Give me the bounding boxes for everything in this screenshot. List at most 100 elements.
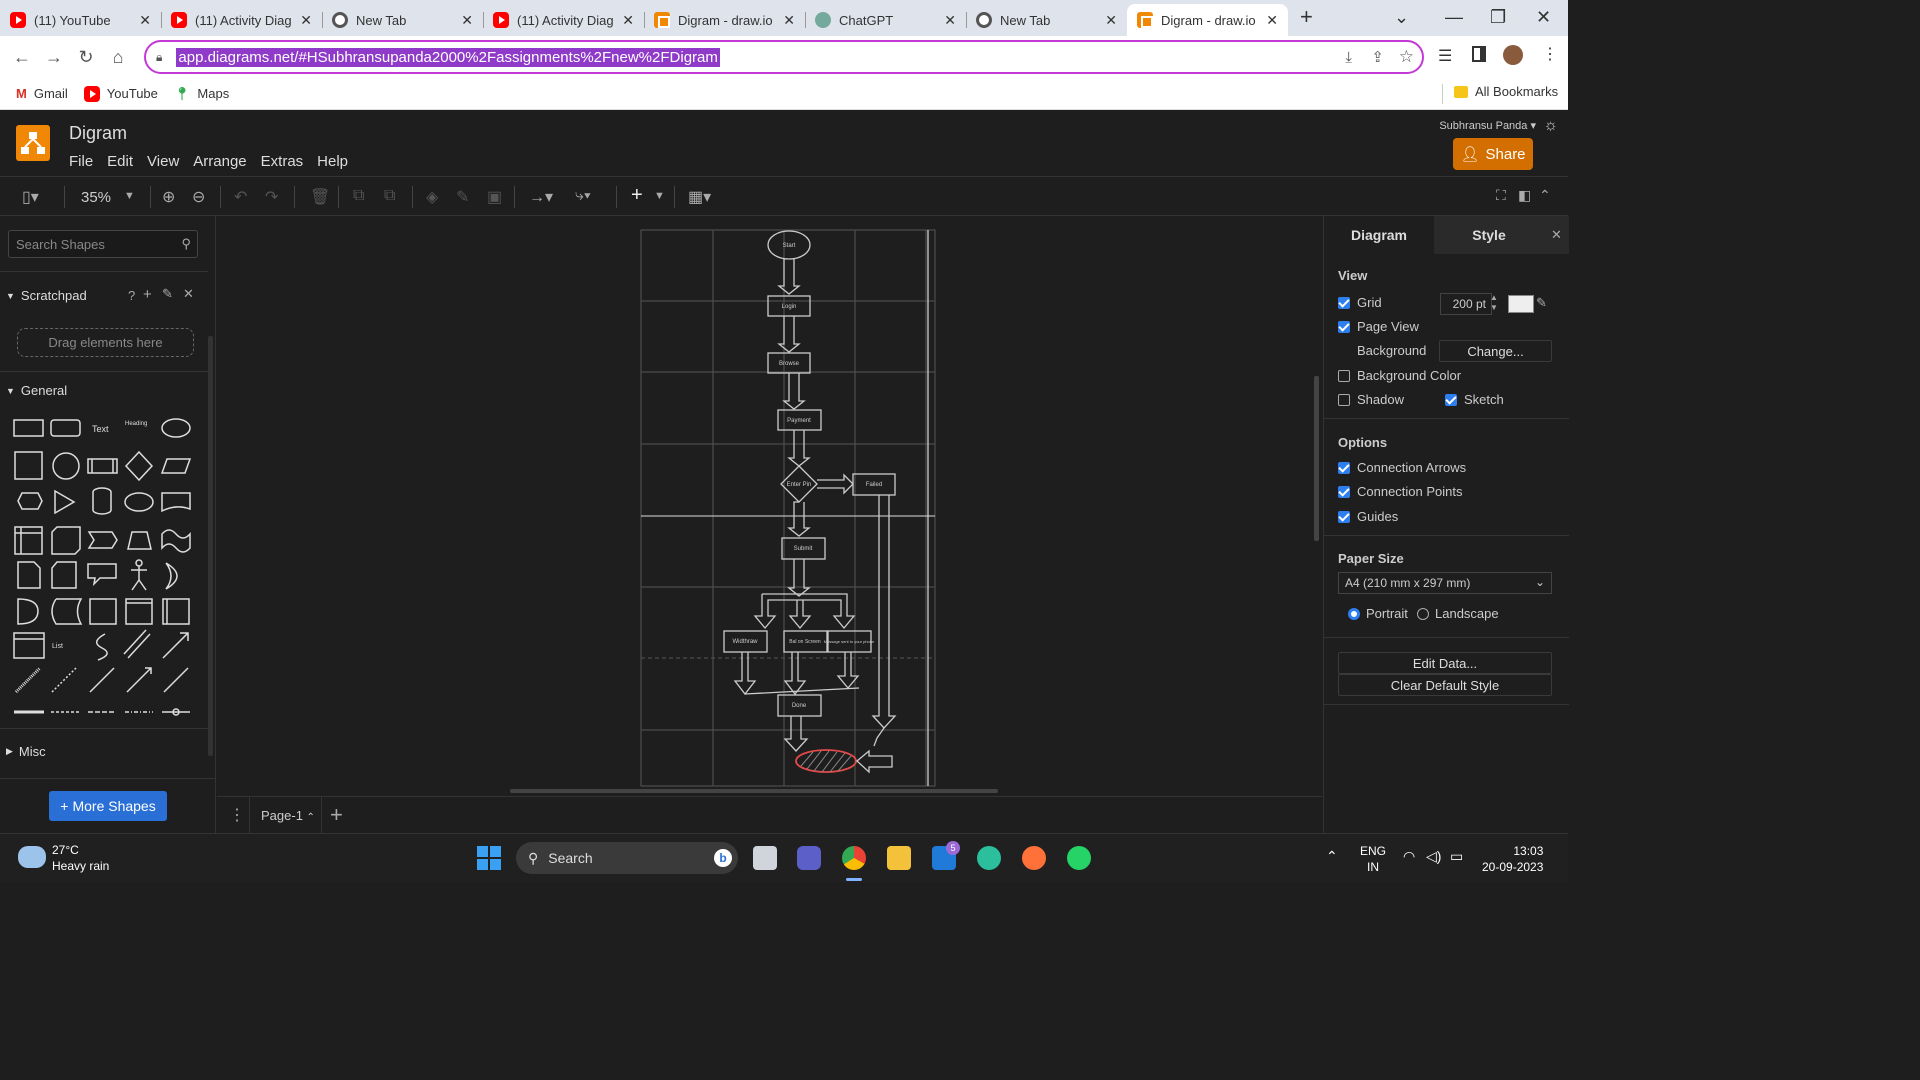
menu-edit[interactable]: Edit <box>107 153 133 170</box>
flow-arrow[interactable] <box>777 259 801 295</box>
fullscreen-icon[interactable]: ⛶ <box>1496 187 1506 204</box>
menu-view[interactable]: View <box>147 153 179 170</box>
user-menu[interactable]: Subhransu Panda ▾ <box>1439 119 1536 132</box>
tab-diagram[interactable]: Diagram <box>1324 216 1434 254</box>
to-back-icon[interactable]: ⧉ <box>384 187 395 205</box>
tab-search-icon[interactable]: ⌄ <box>1394 0 1409 34</box>
reload-icon[interactable]: ↻ <box>70 47 102 68</box>
close-tab-icon[interactable]: ✕ <box>1105 12 1117 29</box>
undo-icon[interactable]: ↶ <box>234 187 247 207</box>
zoom-out-icon[interactable]: ⊖ <box>192 187 205 207</box>
flow-arrow[interactable] <box>817 473 854 495</box>
delete-icon[interactable]: 🗑︎ <box>310 187 330 207</box>
add-page-icon[interactable]: + <box>330 802 343 828</box>
flow-arrow[interactable] <box>787 430 811 467</box>
diagram-svg[interactable]: Start Login Browse Payment Enter Pin Fai… <box>217 216 1322 796</box>
bookmark-star-icon[interactable]: ☆ <box>1399 47 1414 67</box>
zoom-dropdown-icon[interactable]: ▼ <box>124 190 135 202</box>
menu-help[interactable]: Help <box>317 153 348 170</box>
shadow-icon[interactable]: ▣ <box>487 187 502 207</box>
address-bar[interactable]: 🔒︎ app.diagrams.net/#HSubhransupanda2000… <box>144 40 1424 74</box>
fill-color-icon[interactable]: ◈ <box>426 187 438 207</box>
diagram-canvas[interactable]: Start Login Browse Payment Enter Pin Fai… <box>217 216 1322 796</box>
shape-heading[interactable]: Heading <box>125 421 147 427</box>
general-shapes-palette[interactable]: Text Heading List <box>10 412 200 722</box>
flow-arrow[interactable] <box>782 373 806 410</box>
search-shapes-input[interactable]: Search Shapes ⚲ <box>8 230 198 258</box>
shape-list[interactable]: List <box>52 643 63 650</box>
search-icon[interactable]: ⚲ <box>181 236 191 252</box>
general-header[interactable]: ▼ General <box>6 383 67 398</box>
background-color-checkbox[interactable]: Background Color <box>1338 368 1461 383</box>
checkbox-checked[interactable] <box>1338 461 1350 474</box>
clear-default-style-button[interactable]: Clear Default Style <box>1338 674 1552 696</box>
windows-start-icon[interactable] <box>477 846 501 870</box>
close-tab-icon[interactable]: ✕ <box>139 12 151 29</box>
home-icon[interactable]: ⌂ <box>102 47 134 68</box>
checkbox-unchecked[interactable] <box>1338 369 1350 382</box>
flow-arrow[interactable] <box>783 716 809 752</box>
menu-arrange[interactable]: Arrange <box>193 153 246 170</box>
more-shapes-button[interactable]: + More Shapes <box>49 791 167 821</box>
bookmark-gmail[interactable]: M Gmail <box>16 86 68 101</box>
side-panel-icon[interactable] <box>1472 46 1486 62</box>
checkbox-checked[interactable] <box>1338 296 1350 309</box>
checkbox-checked[interactable] <box>1445 393 1457 406</box>
browser-tab-active[interactable]: Digram - draw.io ✕ <box>1127 4 1288 36</box>
reading-list-icon[interactable]: ☰ <box>1438 46 1452 66</box>
new-tab-button[interactable]: + <box>1300 4 1313 30</box>
table-icon[interactable]: ▦▾ <box>688 187 711 207</box>
guides-checkbox[interactable]: Guides <box>1338 509 1398 524</box>
back-icon[interactable]: ← <box>6 47 38 68</box>
wifi-icon[interactable]: ◠ <box>1403 848 1415 865</box>
tab-style[interactable]: Style <box>1434 216 1544 254</box>
battery-icon[interactable]: ▭ <box>1450 848 1463 865</box>
browser-tab[interactable]: (11) Activity Diagr ✕ <box>483 4 644 36</box>
close-tab-icon[interactable]: ✕ <box>622 12 634 29</box>
browser-tab[interactable]: (11) YouTube ✕ <box>0 4 161 36</box>
volume-icon[interactable]: ◁) <box>1426 848 1441 865</box>
browser-tab[interactable]: (11) Activity Diagr ✕ <box>161 4 322 36</box>
portrait-radio[interactable]: Portrait <box>1348 606 1408 621</box>
checkbox-checked[interactable] <box>1338 485 1350 498</box>
theme-toggle-icon[interactable]: ☼ <box>1543 117 1558 135</box>
whatsapp-icon[interactable] <box>1067 846 1091 870</box>
flow-arrow[interactable] <box>787 501 811 537</box>
menu-file[interactable]: File <box>69 153 93 170</box>
all-bookmarks[interactable]: All Bookmarks <box>1454 84 1558 99</box>
tray-chevron-icon[interactable]: ⌃ <box>1326 848 1338 865</box>
radio-selected[interactable] <box>1348 607 1360 620</box>
browser-tab[interactable]: ChatGPT ✕ <box>805 4 966 36</box>
scratchpad-dropzone[interactable]: Drag elements here <box>17 328 194 357</box>
file-explorer-icon[interactable] <box>887 846 911 870</box>
checkbox-unchecked[interactable] <box>1338 393 1350 406</box>
eyedropper-icon[interactable]: ✎ <box>1536 295 1547 311</box>
grid-checkbox[interactable]: Grid <box>1338 295 1382 310</box>
weather-widget[interactable]: 27°C Heavy rain <box>52 842 109 874</box>
paper-size-select[interactable]: A4 (210 mm x 297 mm) ⌄ <box>1338 572 1552 594</box>
browser-menu-icon[interactable]: ⋮ <box>1542 44 1558 64</box>
grid-color-swatch[interactable] <box>1508 295 1534 313</box>
shapes-scrollbar[interactable] <box>208 336 213 756</box>
forward-icon[interactable]: → <box>38 47 70 68</box>
profile-avatar[interactable] <box>1503 45 1523 65</box>
shadow-checkbox[interactable]: Shadow <box>1338 392 1404 407</box>
bookmark-youtube[interactable]: YouTube <box>83 85 158 102</box>
flow-arrow[interactable] <box>762 593 848 602</box>
collapse-icon[interactable]: ⌃ <box>1539 187 1551 204</box>
connection-icon[interactable]: →▾ <box>529 187 553 207</box>
zoom-level[interactable]: 35% <box>81 189 111 206</box>
language-indicator[interactable]: ENG IN <box>1360 843 1386 875</box>
share-page-icon[interactable]: ⇪ <box>1371 48 1384 66</box>
flow-arrow[interactable] <box>873 727 885 747</box>
toggle-panel-icon[interactable]: ◧ <box>1518 187 1531 204</box>
shape-text[interactable]: Text <box>92 424 109 434</box>
browser-tab[interactable]: New Tab ✕ <box>966 4 1127 36</box>
edit-data-button[interactable]: Edit Data... <box>1338 652 1552 674</box>
document-title[interactable]: Digram <box>69 123 127 144</box>
menu-extras[interactable]: Extras <box>261 153 304 170</box>
weather-icon[interactable] <box>18 846 46 868</box>
browser-tab[interactable]: New Tab ✕ <box>322 4 483 36</box>
page-tab[interactable]: Page-1 ⌃ <box>261 808 315 823</box>
help-icon[interactable]: ? <box>128 288 135 303</box>
